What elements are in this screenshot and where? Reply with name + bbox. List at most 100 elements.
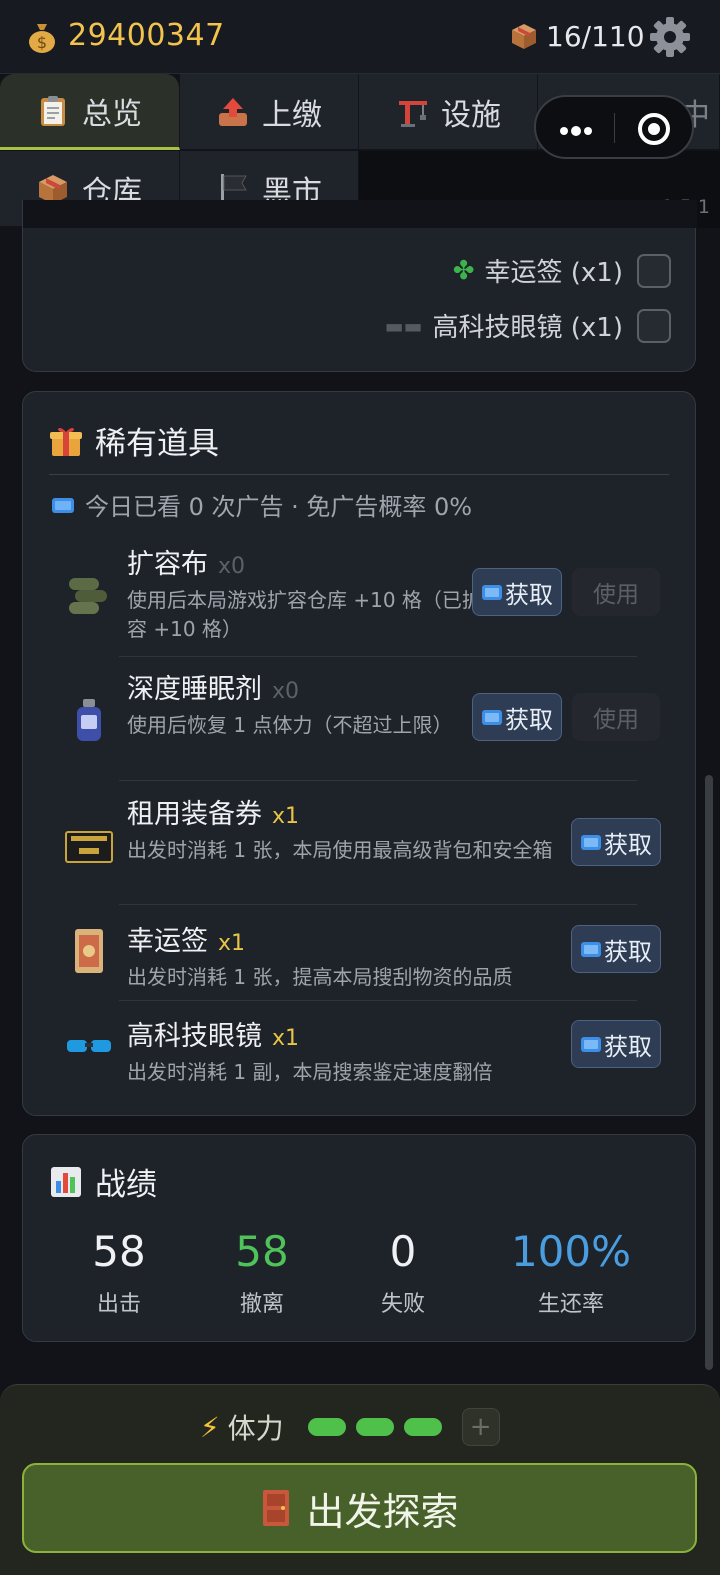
stat-survival-rate: 100% 生还率 <box>501 1227 641 1318</box>
get-button[interactable]: 获取 <box>472 568 562 616</box>
start-explore-button[interactable]: 出发探索 <box>22 1463 697 1553</box>
checklist-row-lucky[interactable]: ✤ 幸运签 (x1) <box>453 252 671 289</box>
stamina-label: 体力 <box>227 1412 284 1445</box>
use-button[interactable]: 使用 <box>572 693 660 741</box>
item-desc: 出发时消耗 1 张，本局使用最高级背包和安全箱 <box>127 838 553 862</box>
item-desc: 使用后本局游戏扩容仓库 +10 格（已扩容 +10 格） <box>127 588 482 641</box>
tv-icon <box>482 710 502 725</box>
crane-icon <box>399 100 427 127</box>
item-qty: x1 <box>272 804 300 829</box>
section-title-text: 稀有道具 <box>95 426 219 462</box>
item-qty: x1 <box>218 931 246 956</box>
door-icon <box>263 1490 290 1526</box>
stamina-pip <box>307 1418 346 1436</box>
get-button[interactable]: 获取 <box>571 925 661 973</box>
bottom-action-bar: ⚡ 体力 + 出发探索 <box>0 1384 720 1575</box>
tab-label: 上缴 <box>262 97 322 133</box>
stat-value: 100% <box>510 1227 632 1276</box>
ticket-icon <box>65 831 113 863</box>
lucky-charm-icon <box>75 929 103 973</box>
stamina-pip <box>403 1418 442 1436</box>
rare-item-goggles: 高科技眼镜 x1 出发时消耗 1 副，本局搜索鉴定速度翻倍 获取 <box>59 1014 661 1094</box>
checklist-label: 幸运签 (x1) <box>484 258 623 288</box>
money-bag-icon: $ <box>29 24 55 53</box>
tab-facilities[interactable]: 设施 <box>359 74 538 150</box>
lightning-icon: ⚡ <box>200 1410 220 1444</box>
tv-icon <box>482 585 502 600</box>
item-name: 扩容布 x0 <box>127 549 246 580</box>
item-qty: x0 <box>272 679 300 704</box>
close-target-icon[interactable] <box>636 111 672 147</box>
start-explore-label: 出发探索 <box>306 1489 459 1534</box>
top-bar: $ 29400347 16/110 <box>0 0 720 74</box>
add-stamina-button[interactable]: + <box>461 1408 500 1446</box>
item-desc: 出发时消耗 1 副，本局搜索鉴定速度翻倍 <box>127 1060 493 1084</box>
ad-info-text: 今日已看 0 次广告 · 免广告概率 0% <box>85 493 473 521</box>
rare-item-lucky-charm: 幸运签 x1 出发时消耗 1 张，提高本局搜刮物资的品质 获取 <box>59 919 661 999</box>
tab-submit[interactable]: 上缴 <box>180 74 359 150</box>
section-title-text: 战绩 <box>95 1167 157 1203</box>
stat-value: 0 <box>389 1227 417 1276</box>
item-name: 高科技眼镜 x1 <box>127 1021 300 1052</box>
tab-label: 总览 <box>82 96 142 132</box>
item-name: 租用装备券 x1 <box>127 799 300 830</box>
item-desc: 出发时消耗 1 张，提高本局搜刮物资的品质 <box>127 965 513 989</box>
stat-sorties: 58 出击 <box>49 1227 189 1318</box>
get-button[interactable]: 获取 <box>472 693 562 741</box>
more-icon[interactable] <box>556 117 596 141</box>
stat-value: 58 <box>235 1227 289 1276</box>
item-qty: x1 <box>272 1026 300 1051</box>
rare-item-expansion-cloth: 扩容布 x0 使用后本局游戏扩容仓库 +10 格（已扩容 +10 格） 获取 使用 <box>59 542 660 652</box>
clipboard-icon <box>41 95 65 126</box>
tv-icon <box>581 835 601 850</box>
item-desc: 使用后恢复 1 点体力（不超过上限） <box>127 713 453 737</box>
equipment-checklist-panel: ✤ 幸运签 (x1) ▬▬ 高科技眼镜 (x1) <box>22 200 697 372</box>
stat-value: 58 <box>92 1227 146 1276</box>
checklist-row-goggles[interactable]: ▬▬ 高科技眼镜 (x1) <box>385 307 671 344</box>
upload-icon <box>219 97 247 126</box>
gift-icon <box>50 427 82 456</box>
section-title: 战绩 <box>49 1159 157 1204</box>
get-button[interactable]: 获取 <box>571 1020 661 1068</box>
scrollbar[interactable] <box>705 775 713 1370</box>
coin-balance: 29400347 <box>68 18 225 53</box>
bar-chart-icon <box>51 1166 81 1197</box>
section-title: 稀有道具 <box>49 418 219 463</box>
fabric-roll-icon <box>69 578 107 614</box>
stamina-pip <box>355 1418 394 1436</box>
clover-icon: ✤ <box>452 255 475 286</box>
checkbox[interactable] <box>637 253 671 288</box>
box-icon <box>512 24 536 49</box>
tv-icon <box>581 1037 601 1052</box>
stat-extracted: 58 撤离 <box>192 1227 332 1318</box>
item-qty: x0 <box>218 554 246 579</box>
goggles-icon <box>67 1040 111 1052</box>
rare-item-sleep-potion: 深度睡眠剂 x0 使用后恢复 1 点体力（不超过上限） 获取 使用 <box>59 667 660 777</box>
stat-label: 出击 <box>96 1292 141 1317</box>
ad-info: 今日已看 0 次广告 · 免广告概率 0% <box>51 487 472 522</box>
get-button[interactable]: 获取 <box>571 818 661 866</box>
stats-panel: 战绩 58 出击 58 撤离 0 失败 100% 生还率 <box>22 1134 696 1342</box>
sunglasses-icon: ▬▬ <box>384 313 423 338</box>
mini-program-capsule <box>534 95 694 159</box>
stat-label: 撤离 <box>239 1292 284 1317</box>
item-name: 深度睡眠剂 x0 <box>127 674 300 705</box>
use-button[interactable]: 使用 <box>572 568 660 616</box>
tv-icon <box>581 942 601 957</box>
tv-icon <box>52 497 74 513</box>
rare-item-rental-ticket: 租用装备券 x1 出发时消耗 1 张，本局使用最高级背包和安全箱 获取 <box>59 792 661 902</box>
checklist-label: 高科技眼镜 (x1) <box>432 313 623 343</box>
tab-label: 设施 <box>441 97 501 133</box>
storage-capacity: 16/110 <box>546 20 645 53</box>
stat-label: 失败 <box>380 1292 425 1317</box>
stamina-bar: ⚡ 体力 + <box>200 1407 500 1447</box>
stat-label: 生还率 <box>537 1292 604 1317</box>
potion-bottle-icon <box>77 699 101 741</box>
checkbox[interactable] <box>637 308 671 343</box>
item-name: 幸运签 x1 <box>127 926 246 957</box>
svg-text:$: $ <box>37 33 47 52</box>
gear-icon[interactable] <box>648 15 692 59</box>
tab-overview[interactable]: 总览 <box>0 74 180 150</box>
rare-items-panel: 稀有道具 今日已看 0 次广告 · 免广告概率 0% 扩容布 x0 使用后本局游戏… <box>22 391 696 1116</box>
stat-failed: 0 失败 <box>333 1227 473 1318</box>
